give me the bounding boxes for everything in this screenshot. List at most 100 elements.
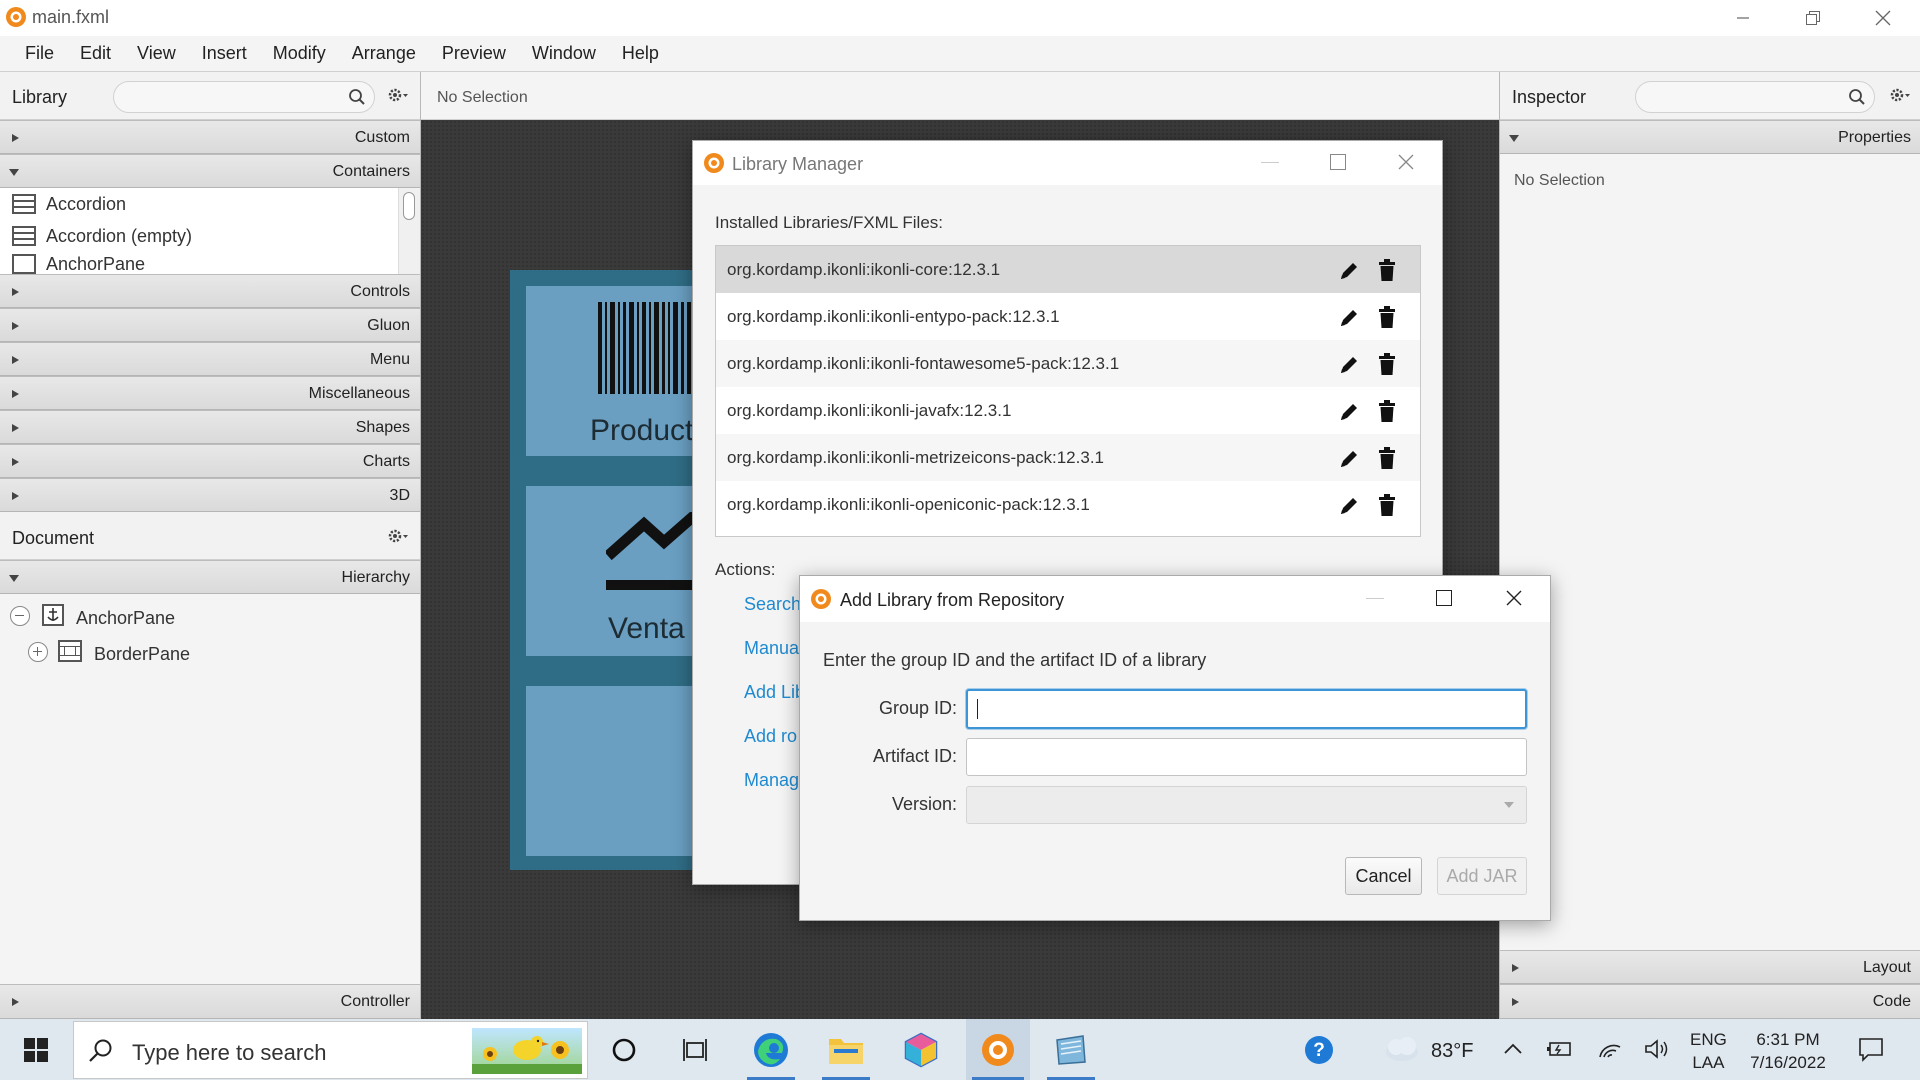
scrollbar-thumb[interactable] xyxy=(403,192,415,220)
section-menu[interactable]: Menu xyxy=(0,342,420,376)
section-code[interactable]: Code xyxy=(1500,984,1920,1019)
empty-card[interactable] xyxy=(526,686,696,856)
close-icon[interactable] xyxy=(1506,590,1522,606)
minimize-button[interactable] xyxy=(1713,0,1773,36)
wifi-icon[interactable] xyxy=(1597,1038,1623,1060)
library-row[interactable]: org.kordamp.ikonli:ikonli-javafx:12.3.1 xyxy=(716,387,1420,434)
weather-temperature[interactable]: 83°F xyxy=(1431,1040,1473,1063)
section-custom[interactable]: Custom xyxy=(0,120,420,154)
taskbar-search-placeholder: Type here to search xyxy=(132,1040,327,1065)
add-library-link[interactable]: Add Lib xyxy=(744,682,805,703)
section-controller[interactable]: Controller xyxy=(0,984,420,1019)
library-row[interactable]: org.kordamp.ikonli:ikonli-fontawesome5-p… xyxy=(716,340,1420,387)
library-row[interactable]: org.kordamp.ikonli:ikonli-openiconic-pac… xyxy=(716,481,1420,528)
section-properties[interactable]: Properties xyxy=(1500,120,1920,154)
battery-icon[interactable] xyxy=(1546,1040,1574,1058)
selection-path: No Selection xyxy=(437,89,528,106)
close-window-button[interactable] xyxy=(1853,0,1913,36)
menu-arrange[interactable]: Arrange xyxy=(339,43,429,64)
edge-browser-icon[interactable] xyxy=(741,1019,801,1080)
menu-window[interactable]: Window xyxy=(519,43,609,64)
menu-view[interactable]: View xyxy=(124,43,189,64)
title-bar: main.fxml xyxy=(0,0,1920,36)
notepad-app-icon[interactable] xyxy=(1041,1019,1101,1080)
pencil-edit-icon[interactable] xyxy=(1338,401,1360,423)
trash-delete-icon[interactable] xyxy=(1378,447,1396,469)
menu-file[interactable]: File xyxy=(12,43,67,64)
menu-preview[interactable]: Preview xyxy=(429,43,519,64)
collapse-icon[interactable] xyxy=(10,606,30,626)
pencil-edit-icon[interactable] xyxy=(1338,260,1360,282)
section-shapes[interactable]: Shapes xyxy=(0,410,420,444)
search-icon xyxy=(1848,88,1866,106)
section-gluon[interactable]: Gluon xyxy=(0,308,420,342)
group-id-input[interactable] xyxy=(966,689,1527,729)
library-row[interactable]: org.kordamp.ikonli:ikonli-core:12.3.1 xyxy=(716,246,1420,293)
menu-edit[interactable]: Edit xyxy=(67,43,124,64)
library-settings-gear-icon[interactable] xyxy=(387,86,409,104)
scene-builder-taskbar-item[interactable] xyxy=(966,1019,1030,1080)
minimize-icon[interactable] xyxy=(1366,598,1384,599)
clock[interactable]: 6:31 PM 7/16/2022 xyxy=(1744,1028,1832,1074)
start-windows-icon[interactable] xyxy=(6,1019,66,1080)
app-cube-icon[interactable] xyxy=(891,1019,951,1080)
help-question-icon[interactable]: ? xyxy=(1289,1019,1349,1080)
notification-center-icon[interactable] xyxy=(1858,1036,1884,1062)
artifact-id-input[interactable] xyxy=(966,738,1527,776)
restore-button[interactable] xyxy=(1783,0,1843,36)
scene-builder-app-icon xyxy=(810,588,832,610)
library-search-input[interactable] xyxy=(113,81,375,113)
tree-node-anchorpane[interactable]: AnchorPane xyxy=(76,608,175,629)
manually-add-link[interactable]: Manua xyxy=(744,638,799,659)
pencil-edit-icon[interactable] xyxy=(1338,307,1360,329)
trash-delete-icon[interactable] xyxy=(1378,306,1396,328)
library-row[interactable]: org.kordamp.ikonli:ikonli-entypo-pack:12… xyxy=(716,293,1420,340)
cortana-icon[interactable] xyxy=(594,1019,654,1080)
add-root-link[interactable]: Add ro xyxy=(744,726,797,747)
trash-delete-icon[interactable] xyxy=(1378,494,1396,516)
venta-card[interactable]: Venta xyxy=(526,486,696,656)
trash-delete-icon[interactable] xyxy=(1378,259,1396,281)
menu-help[interactable]: Help xyxy=(609,43,672,64)
add-library-body: Enter the group ID and the artifact ID o… xyxy=(800,622,1550,920)
section-controls[interactable]: Controls xyxy=(0,274,420,308)
library-row[interactable]: org.kordamp.ikonli:ikonli-metrizeicons-p… xyxy=(716,434,1420,481)
preview-anchorpane[interactable]: Product Venta xyxy=(510,270,710,870)
tree-node-borderpane[interactable]: BorderPane xyxy=(94,644,190,665)
file-explorer-icon[interactable] xyxy=(816,1019,876,1080)
weather-cloud-icon[interactable] xyxy=(1380,1036,1422,1064)
maximize-icon[interactable] xyxy=(1330,154,1346,170)
inspector-settings-gear-icon[interactable] xyxy=(1889,86,1911,104)
trash-delete-icon[interactable] xyxy=(1378,353,1396,375)
pencil-edit-icon[interactable] xyxy=(1338,495,1360,517)
section-charts[interactable]: Charts xyxy=(0,444,420,478)
minimize-icon[interactable] xyxy=(1261,162,1279,163)
section-miscellaneous[interactable]: Miscellaneous xyxy=(0,376,420,410)
section-hierarchy[interactable]: Hierarchy xyxy=(0,560,420,594)
section-containers[interactable]: Containers xyxy=(0,154,420,188)
task-view-icon[interactable] xyxy=(666,1019,726,1080)
list-item[interactable]: Accordion xyxy=(0,188,420,220)
pencil-edit-icon[interactable] xyxy=(1338,354,1360,376)
maximize-icon[interactable] xyxy=(1436,590,1452,606)
search-repositories-link[interactable]: Search xyxy=(744,594,801,615)
taskbar-search-box[interactable]: Type here to search xyxy=(73,1021,588,1079)
section-3d[interactable]: 3D xyxy=(0,478,420,512)
expand-icon[interactable] xyxy=(28,642,48,662)
document-settings-gear-icon[interactable] xyxy=(387,527,409,545)
trash-delete-icon[interactable] xyxy=(1378,400,1396,422)
version-select[interactable] xyxy=(966,786,1527,824)
cancel-button[interactable]: Cancel xyxy=(1345,857,1422,895)
pencil-edit-icon[interactable] xyxy=(1338,448,1360,470)
product-card[interactable]: Product xyxy=(526,286,696,456)
volume-speaker-icon[interactable] xyxy=(1644,1038,1670,1060)
close-icon[interactable] xyxy=(1398,154,1414,170)
section-layout[interactable]: Layout xyxy=(1500,950,1920,984)
input-language[interactable]: ENG LAA xyxy=(1690,1028,1727,1074)
manage-repositories-link[interactable]: Manag xyxy=(744,770,799,791)
add-jar-button[interactable]: Add JAR xyxy=(1437,857,1527,895)
menu-insert[interactable]: Insert xyxy=(189,43,260,64)
inspector-search-input[interactable] xyxy=(1635,81,1875,113)
chevron-up-icon[interactable] xyxy=(1502,1040,1524,1058)
menu-modify[interactable]: Modify xyxy=(260,43,339,64)
